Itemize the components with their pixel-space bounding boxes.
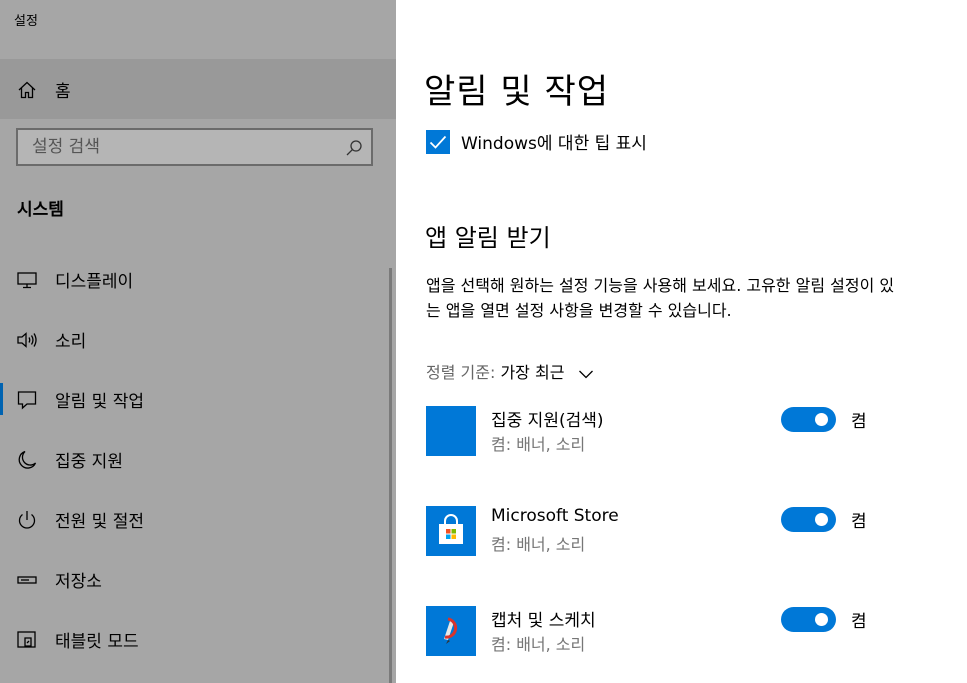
moon-icon <box>16 449 38 471</box>
description-line: 앱을 선택해 원하는 설정 기능을 사용해 보세요. 고유한 알림 설정이 있 <box>426 276 895 295</box>
snip-sketch-icon <box>426 606 476 656</box>
sidebar-item-label: 저장소 <box>55 572 102 592</box>
toggle-label: 켬 <box>851 512 867 532</box>
notification-icon <box>16 389 38 411</box>
nav-home[interactable]: 홈 <box>0 59 396 119</box>
sidebar-item-label: 태블릿 모드 <box>55 632 139 652</box>
app-row-focus-assist[interactable]: 집중 지원(검색) 켬: 배너, 소리 켬 <box>426 406 966 458</box>
sort-label: 정렬 기준: <box>426 363 496 382</box>
section-title-system: 시스템 <box>17 200 64 220</box>
sidebar-item-focus-assist[interactable]: 집중 지원 <box>0 431 390 487</box>
store-bag-icon <box>426 506 476 556</box>
app-status: 켬: 배너, 소리 <box>491 535 586 554</box>
power-icon <box>16 509 38 531</box>
section-title-app-notifications: 앱 알림 받기 <box>425 224 551 252</box>
app-name: Microsoft Store <box>491 506 619 526</box>
toggle-knob <box>815 513 828 526</box>
tips-checkbox[interactable] <box>426 130 450 154</box>
home-icon <box>17 80 37 100</box>
sidebar-item-label: 디스플레이 <box>55 272 134 292</box>
app-toggle[interactable] <box>781 607 836 632</box>
window-title: 설정 <box>14 14 38 29</box>
active-indicator <box>0 383 3 415</box>
sort-value[interactable]: 가장 최근 <box>500 363 564 382</box>
sidebar-item-sound[interactable]: 소리 <box>0 311 390 367</box>
tips-checkbox-label[interactable]: Windows에 대한 팁 표시 <box>461 129 647 154</box>
sort-dropdown[interactable]: 정렬 기준: 가장 최근 <box>426 359 594 383</box>
toggle-knob <box>815 613 828 626</box>
monitor-icon <box>16 269 38 291</box>
sidebar-item-label: 전원 및 절전 <box>55 512 145 532</box>
sidebar-item-label: 알림 및 작업 <box>55 392 145 412</box>
app-name: 집중 지원(검색) <box>491 411 604 431</box>
search-box[interactable] <box>16 128 373 166</box>
sidebar: 설정 홈 시스템 디스플레이 소리 <box>0 0 396 683</box>
page-title: 알림 및 작업 <box>424 72 610 112</box>
sidebar-item-display[interactable]: 디스플레이 <box>0 251 390 307</box>
chevron-down-icon[interactable] <box>578 364 594 383</box>
app-status: 켬: 배너, 소리 <box>491 435 586 454</box>
app-status: 켬: 배너, 소리 <box>491 635 586 654</box>
sidebar-item-tablet-mode[interactable]: 태블릿 모드 <box>0 611 390 667</box>
storage-icon <box>16 569 38 591</box>
tablet-icon <box>16 629 38 651</box>
speaker-icon <box>16 329 38 351</box>
sidebar-item-power[interactable]: 전원 및 절전 <box>0 491 390 547</box>
description-line: 는 앱을 열면 설정 사항을 변경할 수 있습니다. <box>426 301 732 320</box>
search-icon[interactable] <box>345 139 363 157</box>
app-row-microsoft-store[interactable]: Microsoft Store 켬: 배너, 소리 켬 <box>426 506 966 558</box>
app-name: 캡처 및 스케치 <box>491 611 596 631</box>
toggle-label: 켬 <box>851 612 867 632</box>
sidebar-item-notifications[interactable]: 알림 및 작업 <box>0 371 390 427</box>
app-row-snip-sketch[interactable]: 캡처 및 스케치 켬: 배너, 소리 켬 <box>426 606 966 658</box>
section-description: 앱을 선택해 원하는 설정 기능을 사용해 보세요. 고유한 알림 설정이 있 … <box>426 273 967 323</box>
sidebar-item-label: 집중 지원 <box>55 452 123 472</box>
toggle-knob <box>815 413 828 426</box>
home-label: 홈 <box>55 82 71 102</box>
sidebar-item-label: 소리 <box>55 332 87 352</box>
focus-assist-app-icon <box>426 406 476 456</box>
search-input[interactable] <box>18 130 352 164</box>
toggle-label: 켬 <box>851 412 867 432</box>
app-toggle[interactable] <box>781 507 836 532</box>
app-toggle[interactable] <box>781 407 836 432</box>
sidebar-item-storage[interactable]: 저장소 <box>0 551 390 607</box>
sidebar-scrollbar[interactable] <box>389 268 392 683</box>
